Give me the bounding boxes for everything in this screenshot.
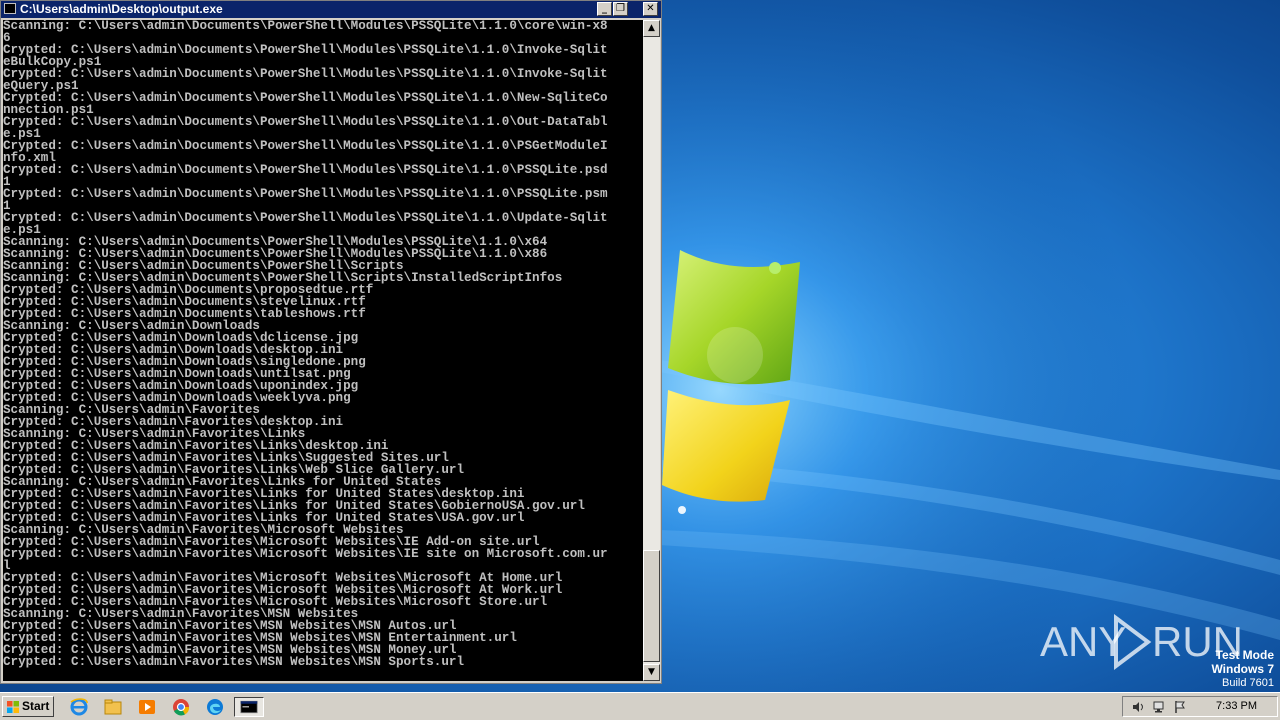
anyrun-watermark-logo: ANY RUN [1040, 614, 1240, 670]
console-app-icon [4, 3, 16, 14]
console-line: Crypted: C:\Users\admin\Favorites\Micros… [3, 547, 608, 561]
console-line: Crypted: C:\Users\admin\Documents\PowerS… [3, 91, 608, 105]
media-player-icon[interactable] [136, 697, 158, 717]
scroll-up-arrow-icon[interactable]: ▲ [643, 20, 660, 37]
taskbar: Start 7:33 PM [0, 692, 1280, 720]
close-button[interactable]: ✕ [643, 2, 658, 16]
edge-icon[interactable] [204, 697, 226, 717]
ie-icon[interactable] [68, 697, 90, 717]
start-button[interactable]: Start [2, 696, 54, 717]
console-taskbar-button[interactable] [234, 697, 264, 717]
console-line: Crypted: C:\Users\admin\Documents\PowerS… [3, 211, 608, 225]
test-mode-notice: Test Mode Windows 7 Build 7601 [1211, 648, 1274, 690]
windows-flag-icon [7, 701, 19, 713]
volume-icon[interactable] [1131, 700, 1145, 714]
console-title-bar[interactable]: C:\Users\admin\Desktop\output.exe _ ❐ ✕ [1, 1, 661, 18]
console-icon [240, 700, 258, 714]
network-icon[interactable] [1153, 700, 1167, 714]
console-line: Scanning: C:\Users\admin\Documents\Power… [3, 20, 608, 33]
windows-version-label: Windows 7 [1211, 662, 1274, 676]
action-center-flag-icon[interactable] [1173, 700, 1187, 714]
console-line: Crypted: C:\Users\admin\Documents\PowerS… [3, 67, 608, 81]
system-tray: 7:33 PM [1122, 696, 1278, 717]
console-line: Crypted: C:\Users\admin\Documents\PowerS… [3, 115, 608, 129]
chrome-icon[interactable] [170, 697, 192, 717]
console-line: Crypted: C:\Users\admin\Documents\PowerS… [3, 187, 608, 201]
start-label: Start [22, 699, 50, 713]
console-output-text: Scanning: C:\Users\admin\Documents\Power… [3, 20, 643, 668]
scrollbar-thumb[interactable] [643, 550, 660, 662]
maximize-button[interactable]: ❐ [613, 2, 628, 16]
vertical-scrollbar[interactable]: ▲ ▼ [643, 20, 660, 681]
explorer-icon[interactable] [102, 697, 124, 717]
console-line: Crypted: C:\Users\admin\Favorites\MSN We… [3, 655, 465, 669]
test-mode-label: Test Mode [1215, 648, 1274, 662]
window-title: C:\Users\admin\Desktop\output.exe [20, 2, 223, 16]
scroll-down-arrow-icon[interactable]: ▼ [643, 664, 660, 681]
build-number-label: Build 7601 [1222, 677, 1274, 689]
clock[interactable]: 7:33 PM [1216, 699, 1257, 714]
console-line: Crypted: C:\Users\admin\Documents\PowerS… [3, 163, 608, 177]
console-window[interactable]: C:\Users\admin\Desktop\output.exe _ ❐ ✕ … [0, 0, 662, 684]
console-line: Crypted: C:\Users\admin\Documents\PowerS… [3, 139, 608, 153]
svg-text:ANY: ANY [1040, 618, 1126, 665]
minimize-button[interactable]: _ [597, 2, 612, 16]
console-output-area[interactable]: Scanning: C:\Users\admin\Documents\Power… [3, 20, 643, 681]
